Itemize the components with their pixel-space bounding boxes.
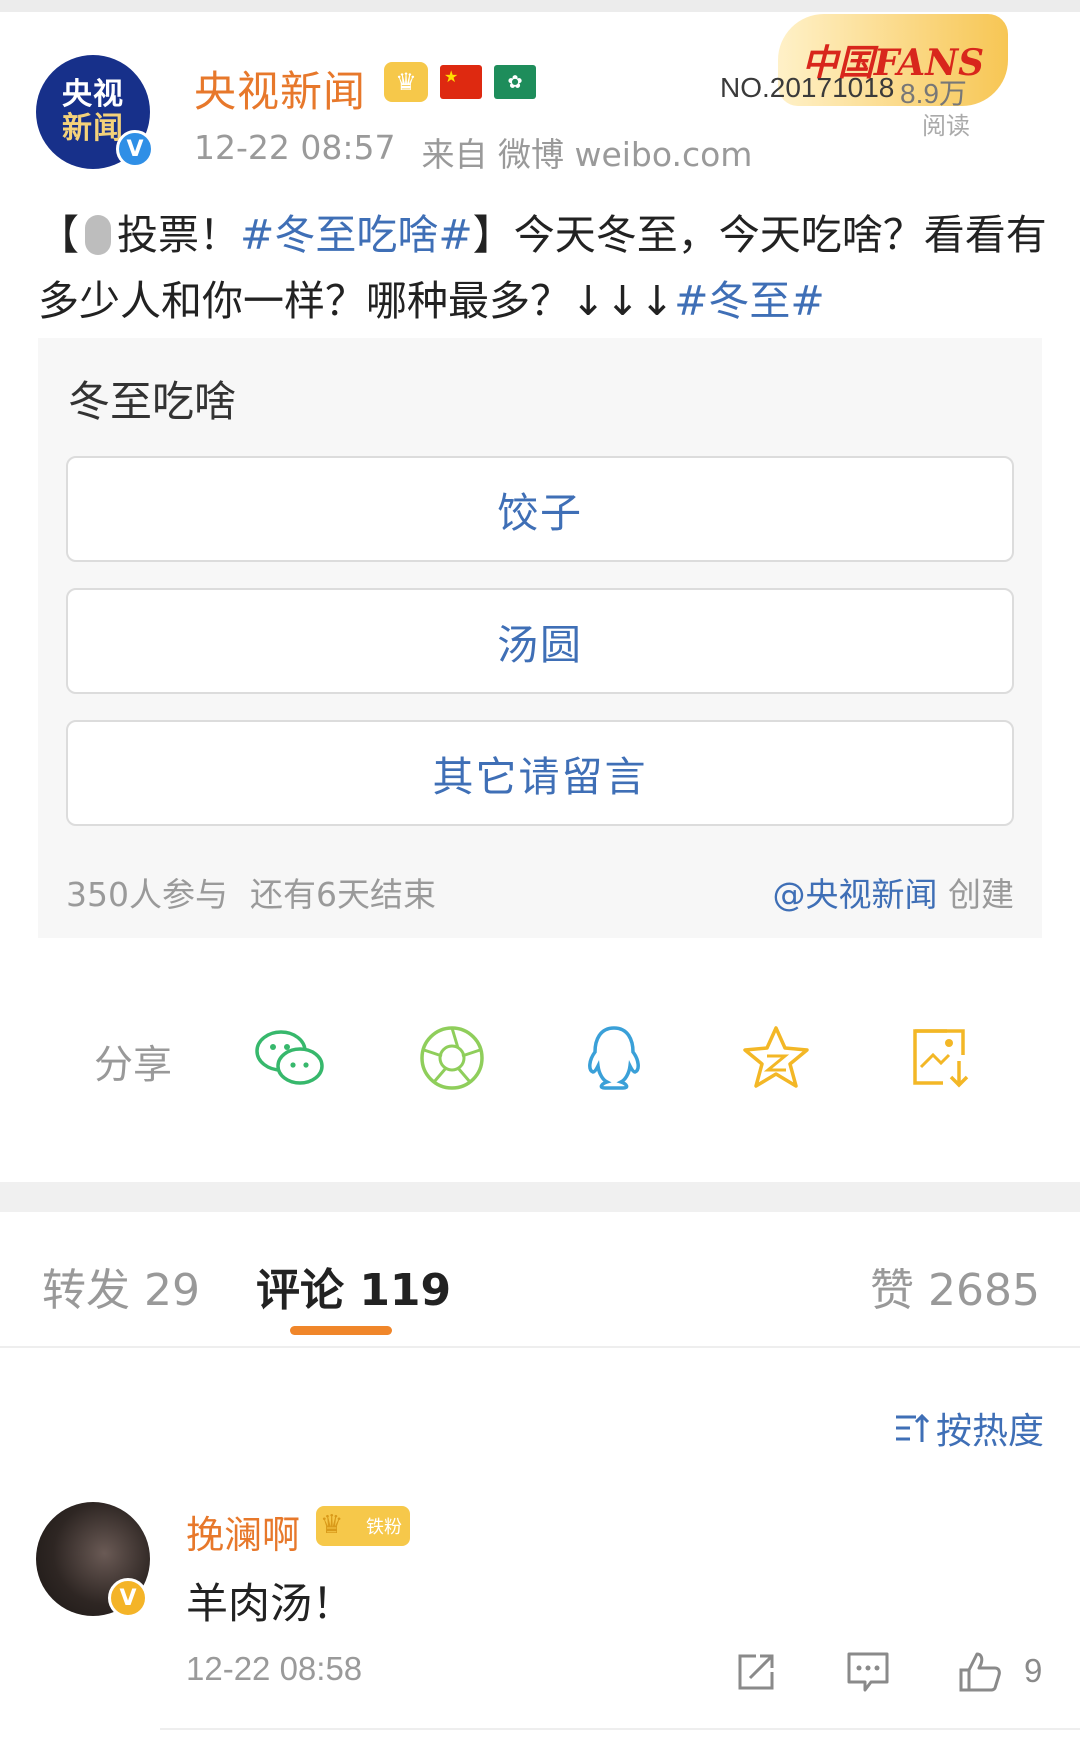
poll-option-1[interactable]: 饺子 xyxy=(66,456,1014,562)
poll-card: 冬至吃啥 饺子 汤圆 其它请留言 350人参与 还有6天结束 @央视新闻 创建 xyxy=(38,338,1042,938)
poll-creator-link[interactable]: @央视新闻 xyxy=(773,875,938,914)
china-flag-icon: ★ xyxy=(440,65,482,99)
top-edge xyxy=(0,0,1080,12)
tab-likes[interactable]: 赞 2685 xyxy=(870,1254,1040,1318)
qzone-icon[interactable] xyxy=(740,1022,812,1094)
sort-button[interactable]: 按热度 xyxy=(894,1402,1044,1454)
reply-icon[interactable] xyxy=(844,1648,892,1696)
wechat-icon[interactable] xyxy=(254,1022,326,1094)
read-label: 阅读 xyxy=(922,112,970,140)
verified-icon: V xyxy=(116,130,154,168)
post-text: 【投票！#冬至吃啥#】今天冬至，今天吃啥？看看有多少人和你一样？哪种最多？↓↓↓… xyxy=(38,202,1048,334)
poll-remaining: 还有6天结束 xyxy=(250,875,436,914)
poll-option-2[interactable]: 汤圆 xyxy=(66,588,1014,694)
like-count: 9 xyxy=(1024,1652,1043,1689)
tab-comments[interactable]: 评论 119 xyxy=(256,1254,451,1318)
sort-label: 按热度 xyxy=(935,1411,1044,1452)
share-comment-icon[interactable] xyxy=(732,1648,780,1696)
fan-badge[interactable]: ♛ 铁粉 xyxy=(316,1506,410,1546)
poll-title: 冬至吃啥 xyxy=(68,377,237,426)
sort-icon xyxy=(895,1413,930,1442)
poll-option-3[interactable]: 其它请留言 xyxy=(66,720,1014,826)
commenter-name[interactable]: 挽澜啊 xyxy=(186,1504,300,1559)
comment-text: 羊肉汤！ xyxy=(186,1579,355,1628)
author-name[interactable]: 央视新闻 xyxy=(194,58,366,119)
tab-separator xyxy=(0,1346,1080,1348)
macau-flag-icon: ✿ xyxy=(494,65,536,99)
poll-created-label: 创建 xyxy=(948,875,1014,914)
avatar-text-line1: 央视 xyxy=(62,77,124,112)
crown-badge-icon[interactable]: ♛ xyxy=(384,62,428,102)
author-badges: ♛ ★ ✿ xyxy=(384,62,536,102)
topic-link-1[interactable]: #冬至吃啥# xyxy=(240,211,473,259)
poll-stats: 350人参与 还有6天结束 xyxy=(66,868,436,916)
post-source: 来自 微博 weibo.com xyxy=(421,135,753,174)
fan-badge-label: 铁粉 xyxy=(366,1517,402,1538)
vote-label: 投票！ xyxy=(117,211,240,259)
save-image-icon[interactable] xyxy=(904,1022,976,1094)
crown-icon: ♛ xyxy=(320,1510,344,1540)
fans-badge[interactable]: 中国FANS NO.20171018 8.9万 阅读 xyxy=(712,14,1008,140)
moments-icon[interactable] xyxy=(416,1022,488,1094)
comment-divider xyxy=(160,1728,1080,1730)
post-meta: 12-22 08:57 来自 微博 weibo.com xyxy=(194,128,752,176)
tab-repost[interactable]: 转发 29 xyxy=(42,1254,200,1318)
commenter-verified-icon: V xyxy=(108,1578,148,1618)
active-tab-indicator xyxy=(290,1326,392,1335)
poll-creator-line: @央视新闻 创建 xyxy=(773,868,1015,916)
avatar-text-line2: 新闻 xyxy=(62,111,124,146)
like-icon[interactable] xyxy=(956,1648,1004,1696)
bracket-open: 【 xyxy=(38,211,79,259)
section-divider xyxy=(0,1182,1080,1212)
topic-link-2[interactable]: #冬至# xyxy=(674,277,825,325)
comment-time: 12-22 08:58 xyxy=(186,1650,363,1687)
bracket-close: 】 xyxy=(472,211,514,259)
post-time: 12-22 08:57 xyxy=(194,128,396,167)
fans-number: NO.20171018 xyxy=(720,72,895,103)
poll-participants: 350人参与 xyxy=(66,875,228,914)
microphone-icon xyxy=(85,215,111,255)
qq-icon[interactable] xyxy=(578,1022,650,1094)
share-label: 分享 xyxy=(94,1043,173,1088)
